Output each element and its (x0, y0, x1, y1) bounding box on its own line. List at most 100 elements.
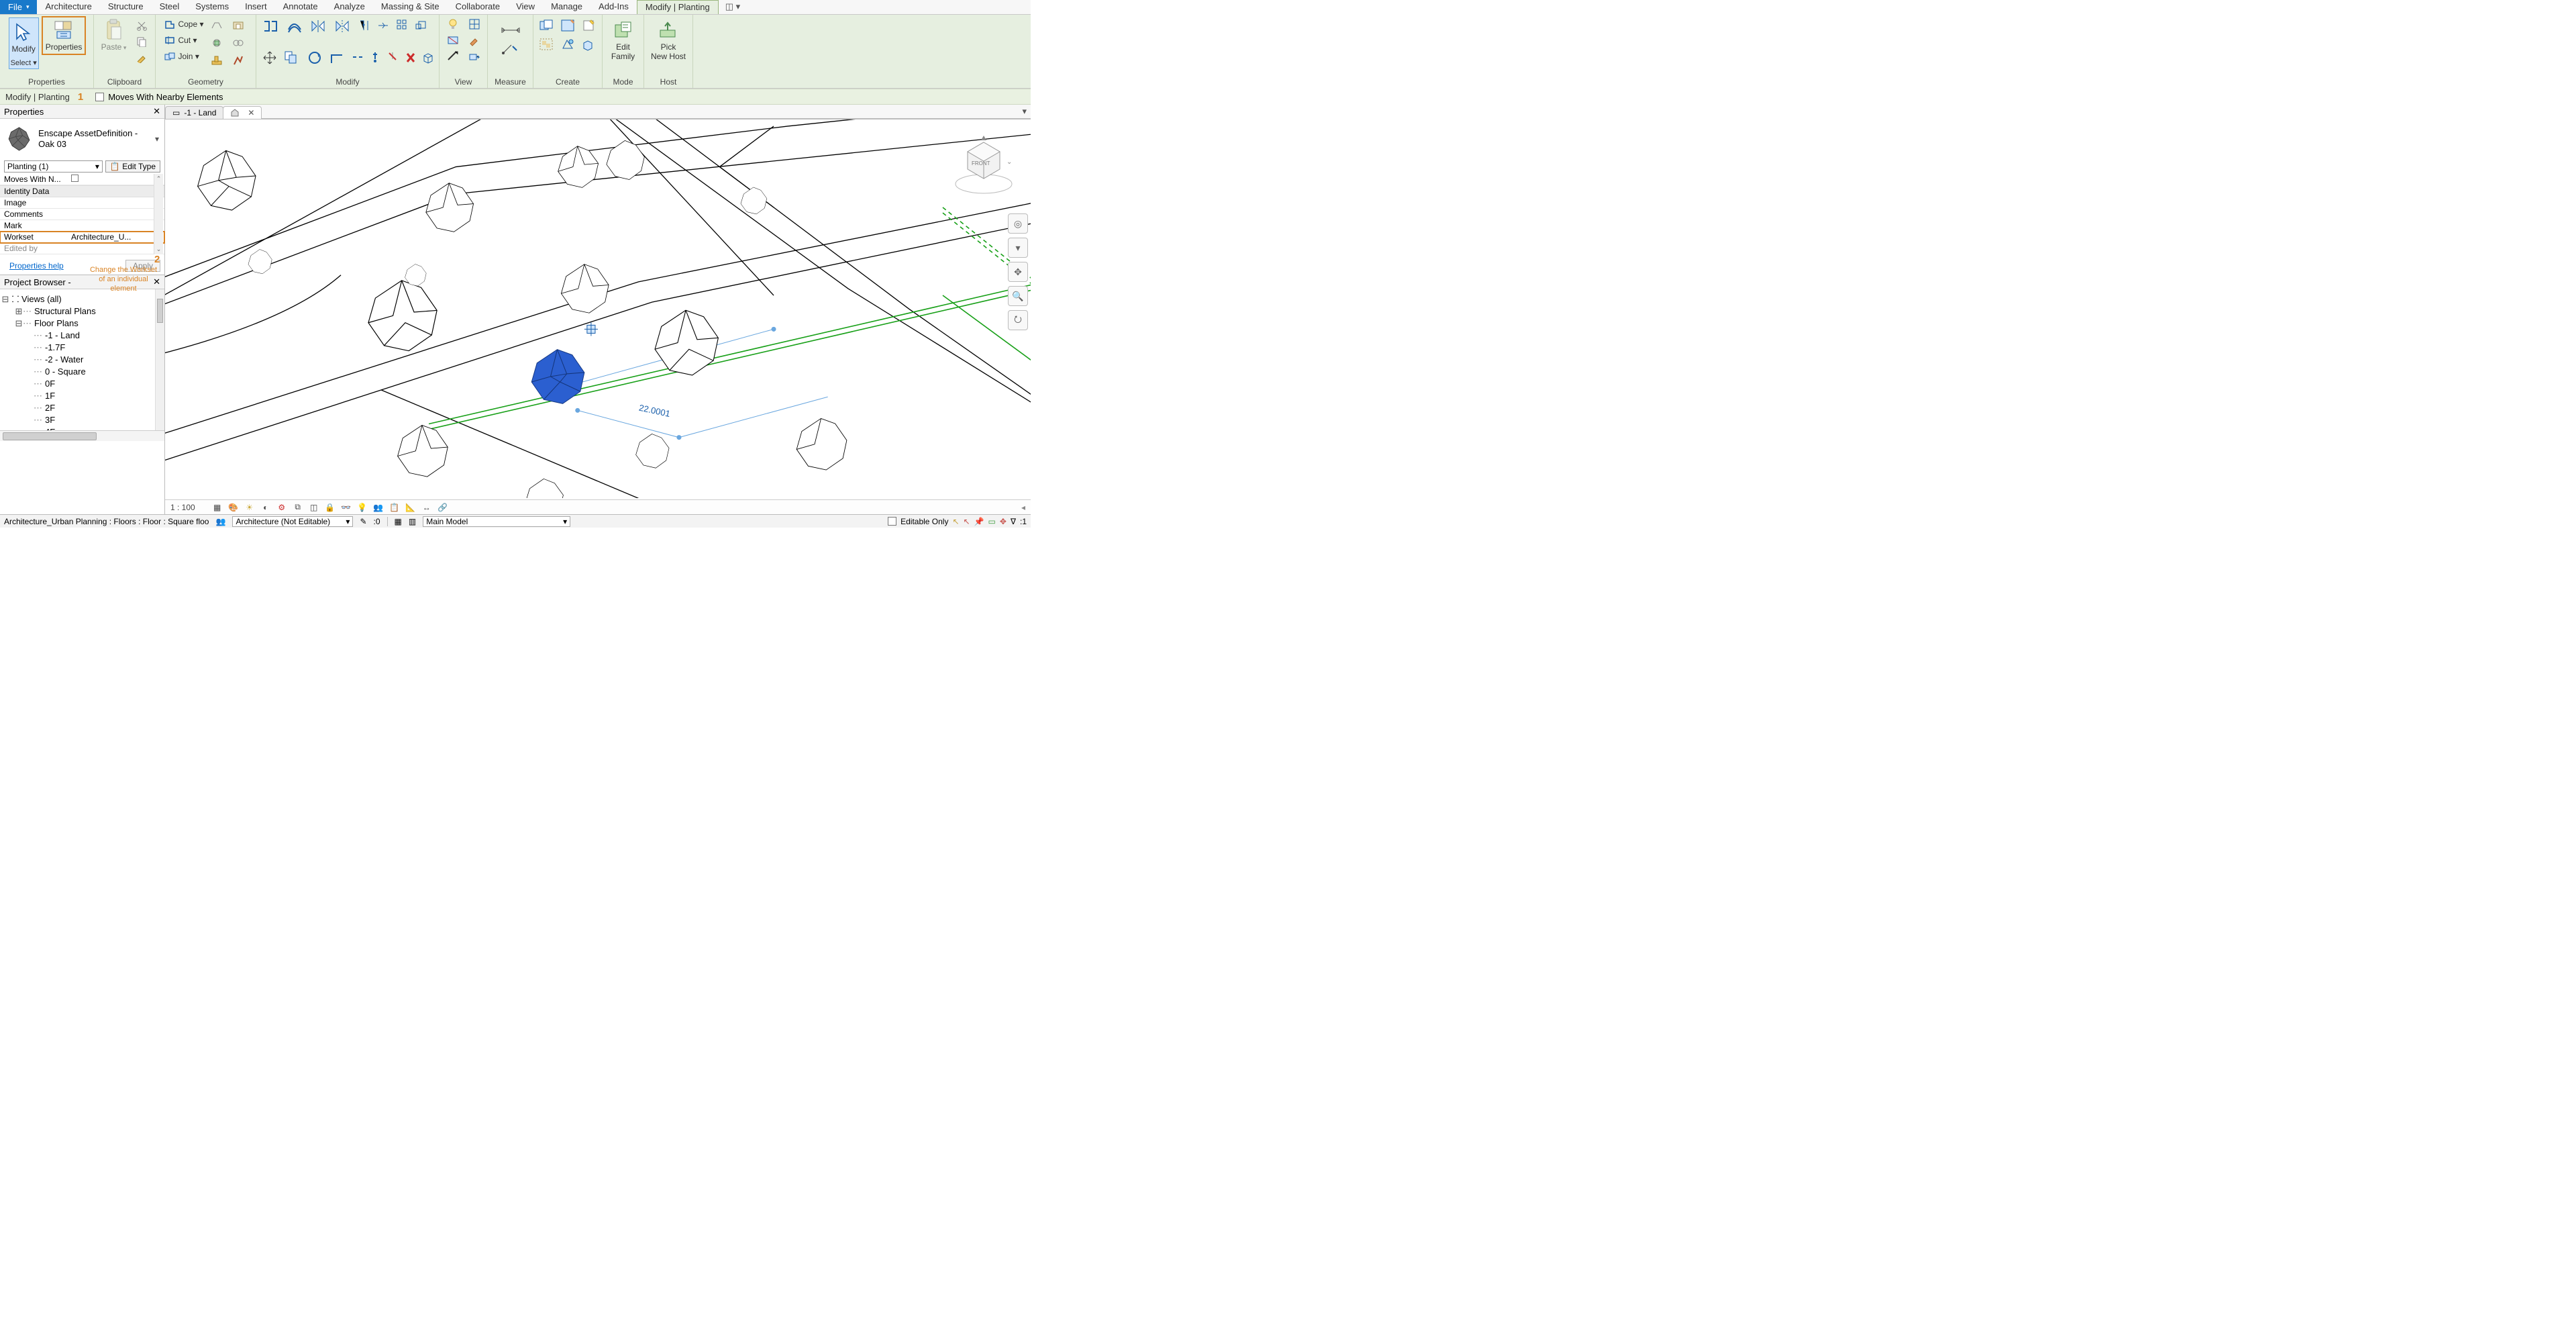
category-filter[interactable]: Planting (1)▾ (4, 160, 103, 173)
grid-scrollbar[interactable]: ⌃ ⌄ (154, 174, 163, 254)
design-option-combo[interactable]: Main Model▾ (423, 516, 570, 527)
split-gap-icon[interactable] (351, 49, 364, 66)
trim-extend-icon[interactable] (357, 17, 372, 35)
trim-corner-icon[interactable] (328, 49, 347, 66)
parts-icon[interactable] (559, 36, 576, 52)
properties-button[interactable]: Properties (43, 17, 85, 54)
select-underlay-icon[interactable]: ↖ (964, 517, 970, 526)
hide-icon[interactable] (444, 34, 462, 47)
join-button[interactable]: Join ▾ (164, 50, 203, 63)
scale-3d-icon[interactable] (421, 49, 435, 66)
geom-c-icon[interactable] (208, 54, 225, 67)
modify-tool[interactable]: Modify Select ▾ (9, 17, 39, 69)
select-face-icon[interactable]: ▭ (988, 517, 996, 526)
unpin-icon[interactable] (386, 49, 399, 66)
menu-analyze[interactable]: Analyze (326, 0, 373, 14)
pan-icon[interactable]: ✥ (1008, 262, 1028, 282)
matchtype-small[interactable] (133, 51, 150, 64)
geom-b-icon[interactable] (208, 36, 225, 50)
temp-hide-icon[interactable]: 👓 (340, 502, 352, 513)
pick-new-host-button[interactable]: Pick New Host (648, 17, 688, 63)
select-pinned-icon[interactable]: 📌 (974, 517, 984, 526)
split-face-icon[interactable] (229, 36, 247, 50)
move-icon[interactable] (260, 49, 279, 66)
override-icon[interactable] (466, 17, 483, 31)
paste-button[interactable]: Paste (99, 17, 130, 54)
type-dropdown-icon[interactable]: ▾ (155, 134, 159, 144)
viewport[interactable]: 6.7528 22.0001 (165, 119, 1031, 499)
tree-scrollbar[interactable] (155, 289, 164, 430)
menu-insert[interactable]: Insert (237, 0, 275, 14)
menu-systems[interactable]: Systems (187, 0, 237, 14)
val-image[interactable] (67, 197, 164, 208)
moves-nearby-checkbox[interactable]: Moves With Nearby Elements (95, 92, 223, 102)
reveal-hidden-icon[interactable]: 💡 (356, 502, 368, 513)
editable-only-checkbox[interactable]: Editable Only (888, 517, 948, 526)
rendering-icon[interactable]: ⚙ (276, 502, 288, 513)
viewcube[interactable]: FRONT ⌄ (950, 132, 1017, 199)
row-workset[interactable]: Workset Architecture_U... (0, 232, 164, 243)
assembly-icon[interactable] (559, 17, 576, 34)
create-similar-icon[interactable] (537, 17, 555, 34)
temp-view-prop-icon[interactable]: 📋 (389, 502, 401, 513)
tab-overflow[interactable]: ▾ (261, 105, 1031, 119)
wall-opening-icon[interactable] (229, 19, 247, 32)
moves-checkbox-prop[interactable] (71, 175, 79, 182)
crop-region-icon[interactable]: ◫ (308, 502, 320, 513)
quick-access-tail[interactable]: ◫ ▾ (719, 0, 747, 14)
group-identity[interactable]: Identity Data⌃ (0, 185, 164, 197)
mirror-draw-icon[interactable] (333, 17, 353, 35)
view-scale[interactable]: 1 : 100 (170, 503, 195, 512)
worksharing-display-icon[interactable]: 👥 (372, 502, 384, 513)
geom-a-icon[interactable] (208, 19, 225, 32)
shadows-icon[interactable]: ◐ (260, 502, 272, 513)
lock-3d-icon[interactable]: 🔒 (324, 502, 336, 513)
create-group-icon[interactable] (537, 36, 555, 52)
rotate-icon[interactable] (305, 49, 324, 66)
close-icon[interactable]: ✕ (153, 106, 160, 117)
menu-steel[interactable]: Steel (152, 0, 188, 14)
align-icon[interactable] (260, 17, 280, 35)
exclude-options-icon[interactable]: ▥ (409, 517, 416, 526)
analytical-icon[interactable]: 📐 (405, 502, 417, 513)
tab-close-icon[interactable]: ✕ (248, 108, 254, 117)
select-dropdown[interactable]: Select ▾ (11, 58, 37, 67)
val-mark[interactable] (67, 220, 164, 231)
editing-requests-icon[interactable]: ✎ (360, 517, 366, 526)
crop-view-icon[interactable]: ⧉ (292, 502, 304, 513)
menu-file[interactable]: File (0, 0, 37, 14)
measure-button[interactable] (496, 17, 525, 58)
cut-button[interactable]: Cut ▾ (164, 34, 203, 47)
project-tree[interactable]: ⊟ ⸬ Views (all) ⊞Structural Plans ⊟Floor… (0, 289, 164, 430)
menu-modify-context[interactable]: Modify | Planting (637, 0, 719, 14)
menu-addins[interactable]: Add-Ins (590, 0, 637, 14)
menu-view[interactable]: View (508, 0, 543, 14)
array-icon[interactable] (395, 17, 409, 35)
drag-elements-icon[interactable]: ✥ (1000, 517, 1007, 526)
split-icon[interactable] (376, 17, 391, 35)
create-new-icon[interactable] (580, 17, 598, 34)
side-hscroll[interactable] (0, 430, 164, 441)
menu-manage[interactable]: Manage (543, 0, 590, 14)
orbit-icon[interactable]: ⭮ (1008, 310, 1028, 330)
lightbulb-icon[interactable] (444, 17, 462, 31)
create-family-icon[interactable] (580, 36, 598, 52)
copy-small[interactable] (133, 35, 150, 48)
zoom-icon[interactable]: 🔍 (1008, 286, 1028, 306)
menu-collaborate[interactable]: Collaborate (448, 0, 509, 14)
scale-small-icon[interactable] (413, 17, 428, 35)
menu-annotate[interactable]: Annotate (275, 0, 326, 14)
filter-icon[interactable]: ∇ (1011, 517, 1016, 526)
cope-button[interactable]: Cope ▾ (164, 17, 203, 31)
reveal-constraints-icon[interactable]: 🔗 (437, 502, 449, 513)
menu-architecture[interactable]: Architecture (37, 0, 99, 14)
sun-path-icon[interactable]: ☀ (244, 502, 256, 513)
full-nav-wheel-icon[interactable]: ◎ (1008, 213, 1028, 234)
design-options-icon[interactable]: ▦ (395, 517, 402, 526)
type-selector[interactable]: Enscape AssetDefinition - Oak 03 ▾ (0, 119, 164, 159)
val-comments[interactable] (67, 209, 164, 219)
active-workset-combo[interactable]: Architecture (Not Editable)▾ (232, 516, 353, 527)
linework-icon[interactable] (444, 50, 462, 63)
displace-icon[interactable] (466, 50, 483, 63)
tab-land[interactable]: ▭-1 - Land (165, 106, 223, 119)
